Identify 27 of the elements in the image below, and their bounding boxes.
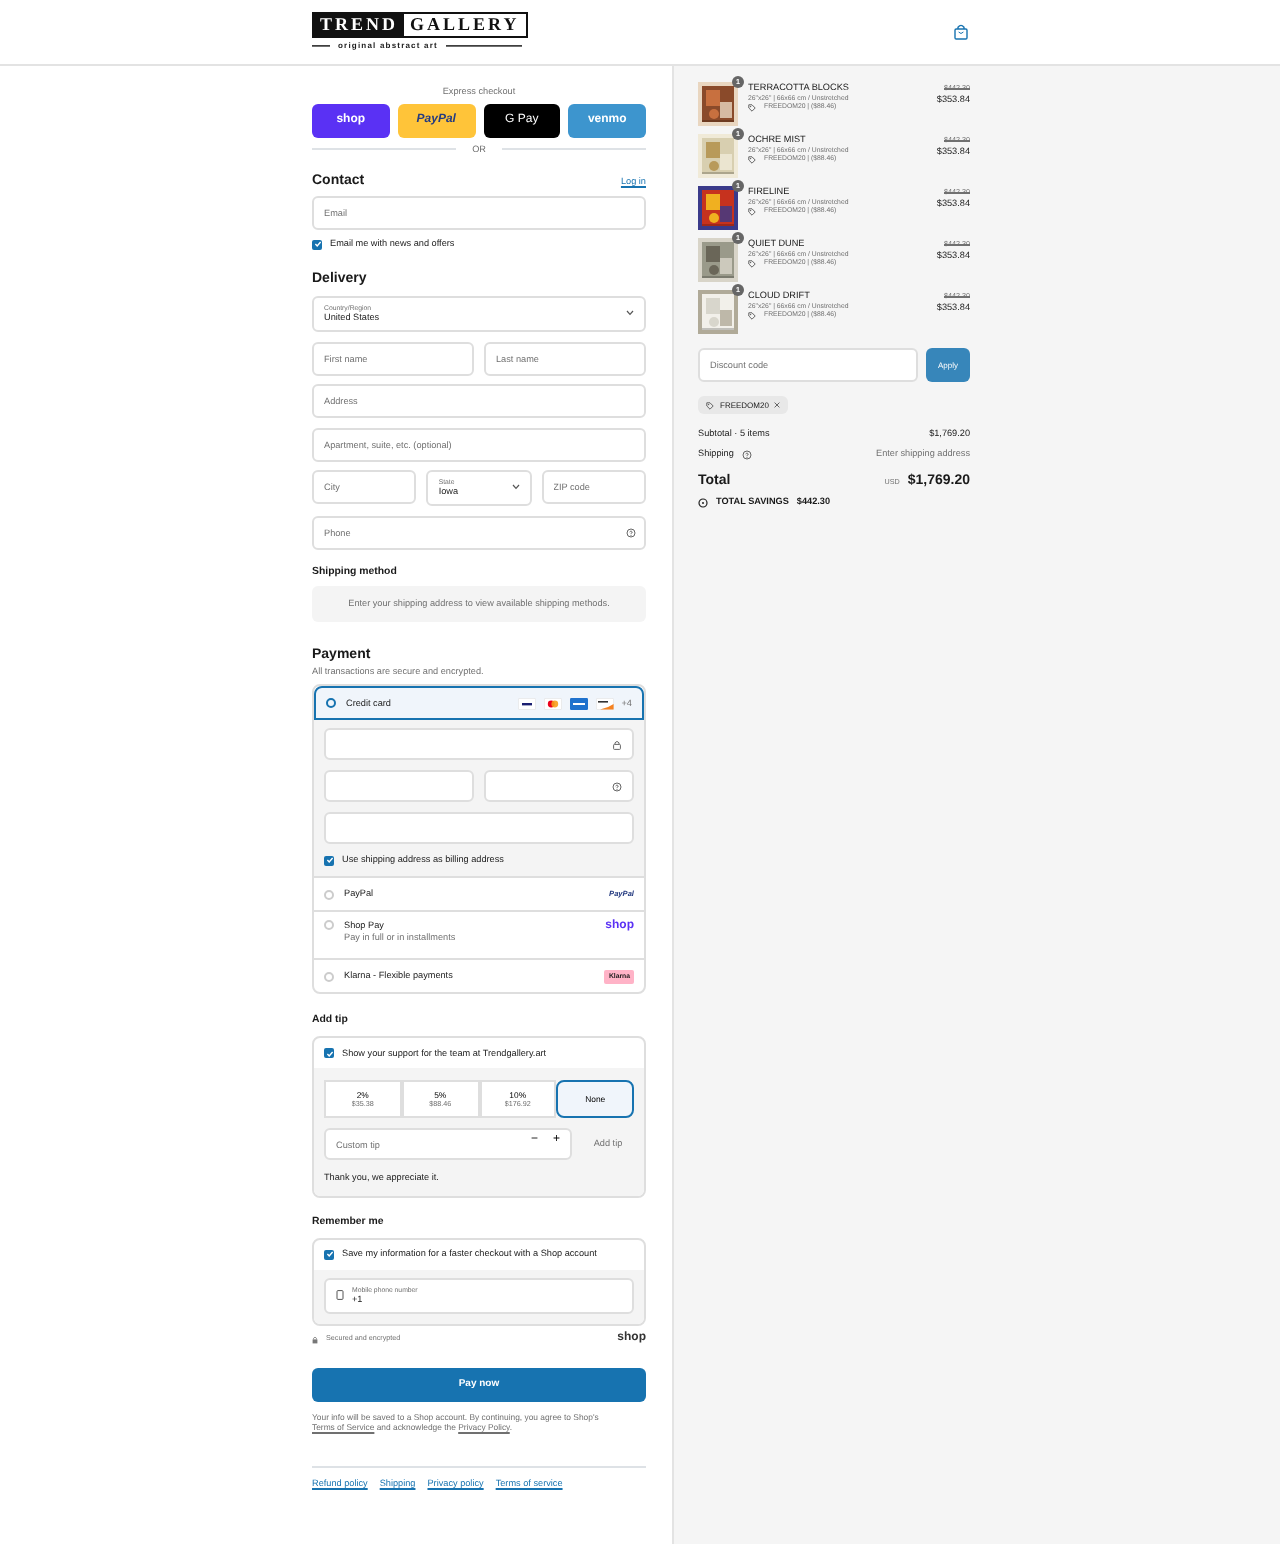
help-icon (612, 781, 622, 792)
mobile-phone-icon (336, 1290, 344, 1301)
chevron-down-icon (626, 310, 634, 317)
checkbox[interactable] (312, 239, 322, 250)
logo-text: GALLERY (408, 14, 522, 37)
checkbox[interactable] (324, 855, 334, 866)
rule-line (312, 43, 330, 47)
security-code-field[interactable] (484, 770, 634, 803)
shopping-bag-icon[interactable] (954, 24, 968, 40)
card-brand-icon (517, 697, 536, 710)
chevron-down-icon (511, 484, 520, 491)
card-brand-icon (569, 697, 588, 710)
lock-icon (612, 739, 622, 750)
name-on-card-field[interactable] (324, 812, 634, 845)
card-brand-icon (543, 697, 562, 710)
checkbox[interactable] (324, 1048, 334, 1059)
radio-button[interactable] (326, 698, 336, 709)
help-icon (626, 527, 636, 538)
rule-line (445, 43, 522, 47)
checkbox[interactable] (324, 1249, 334, 1260)
card-number-field[interactable] (324, 728, 634, 761)
help-icon (741, 449, 752, 460)
expiry-field[interactable] (324, 770, 474, 803)
close-icon[interactable] (774, 402, 781, 409)
logo-text: TREND (314, 14, 405, 37)
lock-icon (312, 1335, 318, 1344)
card-brand-icon (595, 697, 614, 710)
